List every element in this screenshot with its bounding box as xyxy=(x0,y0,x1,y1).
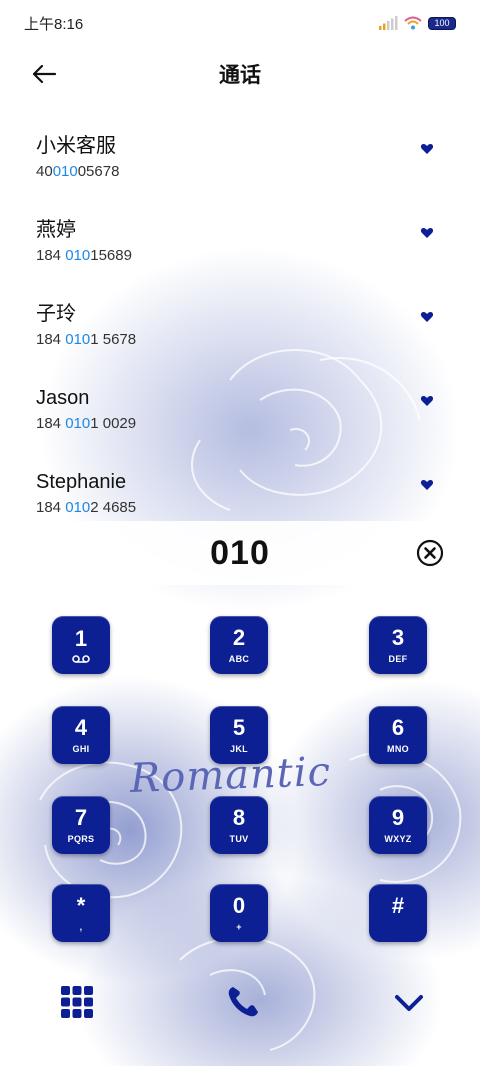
contact-name: 小米客服 xyxy=(36,135,116,157)
contact-name: Jason xyxy=(36,387,90,409)
number-match: 010 xyxy=(65,331,91,348)
contact-name: 子玲 xyxy=(36,303,76,325)
number-suffix: 2 4685 xyxy=(90,499,137,516)
contact-number: 4001005678 xyxy=(36,163,480,180)
contact-item[interactable]: Jason 184 0101 0029 xyxy=(0,374,480,458)
contact-item[interactable]: 子玲 184 0101 5678 xyxy=(0,290,480,374)
key-digit: 5 xyxy=(232,715,246,740)
contact-item[interactable]: 小米客服 4001005678 xyxy=(0,122,480,206)
arrow-left-icon xyxy=(32,64,57,84)
number-suffix: 15689 xyxy=(90,247,132,264)
contact-number: 184 0102 4685 xyxy=(36,499,480,516)
key-letters: TUV xyxy=(229,834,249,844)
heart-icon xyxy=(420,228,434,238)
heart-icon xyxy=(420,396,434,406)
number-match: 010 xyxy=(52,163,78,180)
back-button[interactable] xyxy=(28,58,60,90)
number-suffix: 1 5678 xyxy=(90,331,137,348)
key-5[interactable]: 5 JKL xyxy=(210,706,268,764)
key-hash[interactable]: # xyxy=(369,884,427,942)
chevron-down-icon xyxy=(395,995,423,1011)
contact-number: 184 0101 5678 xyxy=(36,331,480,348)
key-letters: WXYZ xyxy=(384,834,412,844)
heart-icon xyxy=(420,144,434,154)
number-prefix: 184 xyxy=(36,331,66,348)
contact-number: 184 0101 0029 xyxy=(36,415,480,432)
contact-number: 184 01015689 xyxy=(36,247,480,264)
key-digit: 4 xyxy=(74,715,88,740)
number-prefix: 40 xyxy=(36,163,53,180)
key-digit: 8 xyxy=(232,805,246,830)
key-1[interactable]: 1 xyxy=(52,616,110,674)
key-digit: 2 xyxy=(232,625,246,650)
dial-display: 010 xyxy=(0,521,480,585)
key-letters: PQRS xyxy=(67,834,95,844)
wifi-icon xyxy=(404,16,422,30)
header: 通话 xyxy=(0,46,480,102)
close-circle-icon xyxy=(416,539,444,567)
contact-item[interactable]: 燕婷 184 01015689 xyxy=(0,206,480,290)
status-icons: 100 xyxy=(378,16,456,30)
dialer-bottom-bar xyxy=(0,978,480,1028)
page-title: 通话 xyxy=(219,64,261,87)
key-6[interactable]: 6 MNO xyxy=(369,706,427,764)
contact-results-list: 小米客服 4001005678 燕婷 184 01015689 子玲 184 0… xyxy=(0,122,480,542)
phone-icon xyxy=(228,987,258,1017)
dialed-number[interactable]: 010 xyxy=(210,534,270,573)
battery-level: 100 xyxy=(434,18,450,28)
key-star[interactable]: * , xyxy=(52,884,110,942)
key-4[interactable]: 4 GHI xyxy=(52,706,110,764)
key-0[interactable]: 0 + xyxy=(210,884,268,942)
number-prefix: 184 xyxy=(36,499,66,516)
status-time: 上午8:16 xyxy=(24,15,84,33)
key-letters: JKL xyxy=(230,744,248,754)
contact-name: 燕婷 xyxy=(36,219,76,241)
number-match: 010 xyxy=(65,415,91,432)
key-2[interactable]: 2 ABC xyxy=(210,616,268,674)
key-3[interactable]: 3 DEF xyxy=(369,616,427,674)
number-prefix: 184 xyxy=(36,247,66,264)
heart-icon xyxy=(420,312,434,322)
key-9[interactable]: 9 WXYZ xyxy=(369,796,427,854)
status-bar: 上午8:16 100 xyxy=(0,0,480,46)
call-button[interactable] xyxy=(225,984,261,1020)
number-match: 010 xyxy=(65,247,91,264)
heart-icon xyxy=(420,480,434,490)
battery-icon: 100 xyxy=(428,16,456,30)
key-letters: , xyxy=(79,922,83,932)
signal-icon xyxy=(379,16,398,30)
key-letters: GHI xyxy=(72,744,90,754)
key-letters: ABC xyxy=(228,654,250,664)
keypad-toggle-button[interactable] xyxy=(60,985,94,1019)
contact-name: Stephanie xyxy=(36,471,127,493)
number-prefix: 184 xyxy=(36,415,66,432)
key-letters: DEF xyxy=(388,654,408,664)
key-digit: * xyxy=(76,893,86,918)
number-match: 010 xyxy=(65,499,91,516)
clear-button[interactable] xyxy=(416,539,444,567)
key-8[interactable]: 8 TUV xyxy=(210,796,268,854)
key-digit: 9 xyxy=(391,805,405,830)
voicemail-icon xyxy=(72,654,90,663)
key-digit: 1 xyxy=(74,625,88,651)
key-digit: 7 xyxy=(74,805,88,830)
key-digit: 0 xyxy=(232,893,246,918)
key-letters: + xyxy=(236,922,242,932)
key-digit: 3 xyxy=(391,625,405,650)
grid-icon xyxy=(61,986,93,1018)
collapse-keypad-button[interactable] xyxy=(392,988,426,1018)
number-suffix: 1 0029 xyxy=(90,415,137,432)
key-letters: MNO xyxy=(387,744,409,754)
key-digit: # xyxy=(391,893,405,918)
key-7[interactable]: 7 PQRS xyxy=(52,796,110,854)
number-suffix: 05678 xyxy=(77,163,120,180)
key-digit: 6 xyxy=(391,715,405,740)
